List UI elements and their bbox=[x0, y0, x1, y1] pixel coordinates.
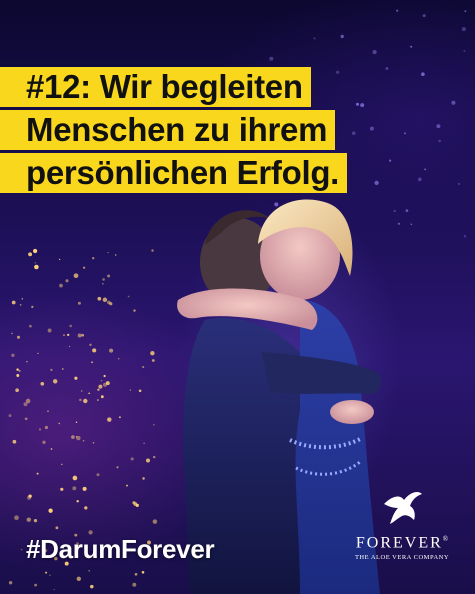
social-post: #12: Wir begleiten Menschen zu ihrem per… bbox=[0, 0, 475, 594]
brand-tagline: THE ALOE VERA COMPANY bbox=[354, 554, 450, 562]
brand-name: FOREVER® bbox=[355, 534, 449, 552]
headline-line-3: persönlichen Erfolg. bbox=[0, 153, 348, 193]
forever-logo: FOREVER® THE ALOE VERA COMPANY bbox=[346, 488, 458, 561]
headline-line-1: #12: Wir begleiten bbox=[0, 67, 311, 107]
headline-line-2: Menschen zu ihrem bbox=[0, 110, 336, 150]
headline: #12: Wir begleiten Menschen zu ihrem per… bbox=[0, 67, 348, 196]
bird-icon bbox=[384, 492, 422, 524]
hashtag: #DarumForever bbox=[26, 534, 215, 564]
